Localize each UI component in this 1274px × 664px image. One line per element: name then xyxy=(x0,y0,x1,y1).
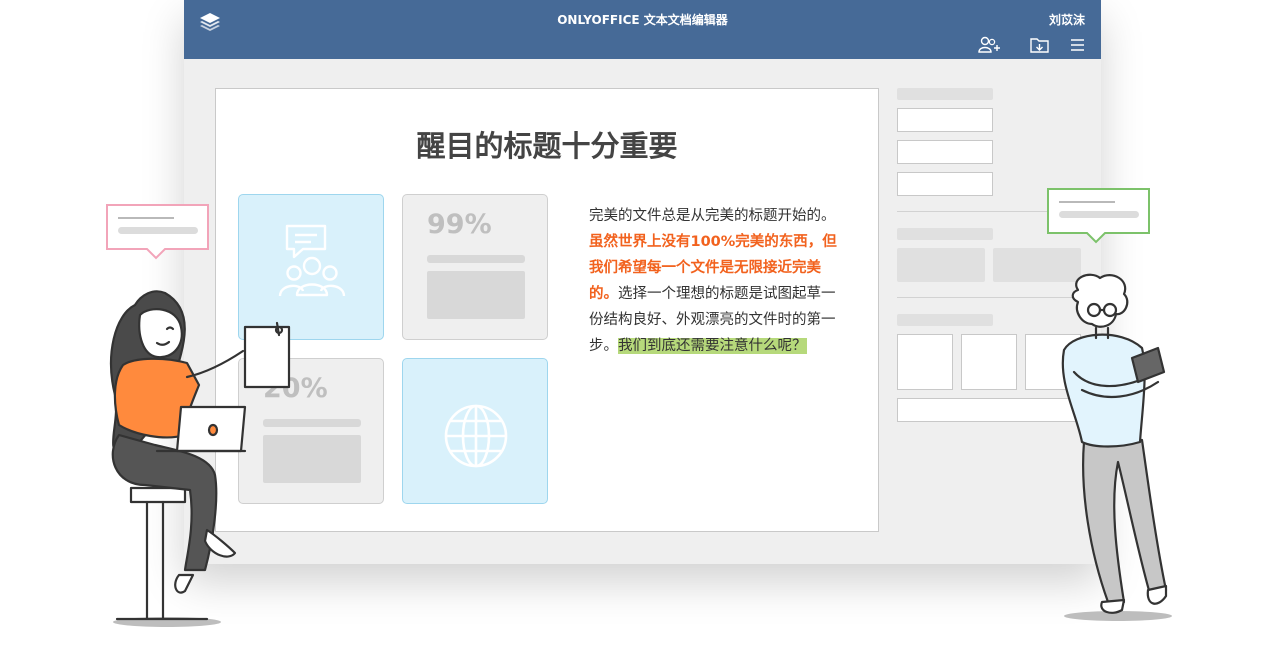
placeholder-bar xyxy=(427,255,525,263)
woman-with-laptop-illustration xyxy=(109,290,291,627)
document-page[interactable]: 醒目的标题十分重要 99% 20% 完美的文件总是从完美的标题开始的。虽然世界上… xyxy=(215,88,879,532)
app-title: ONLYOFFICE 文本文档编辑器 xyxy=(557,13,728,27)
bubble-tail-icon xyxy=(145,248,167,260)
panel-input-placeholder[interactable] xyxy=(897,140,993,164)
card-stat-99: 99% xyxy=(402,194,548,340)
panel-thumbnail-placeholder[interactable] xyxy=(961,334,1017,390)
panel-label-placeholder xyxy=(897,88,993,100)
bubble-line xyxy=(118,227,198,234)
paragraph-text: 完美的文件总是从完美的标题开始的。 xyxy=(589,208,836,224)
document-title[interactable]: 醒目的标题十分重要 xyxy=(216,123,878,165)
user-name[interactable]: 刘苡沫 xyxy=(1049,11,1085,28)
panel-label-placeholder xyxy=(897,314,993,326)
document-paragraph[interactable]: 完美的文件总是从完美的标题开始的。虽然世界上没有100%完美的东西，但我们希望每… xyxy=(589,203,845,359)
speech-bubble-pink xyxy=(106,204,209,250)
bubble-tail-icon xyxy=(1085,232,1107,244)
panel-input-placeholder[interactable] xyxy=(897,172,993,196)
open-folder-icon[interactable] xyxy=(1029,36,1051,54)
speech-bubble-green xyxy=(1047,188,1150,234)
man-with-tablet-illustration xyxy=(1061,273,1172,621)
panel-thumbnail-placeholder[interactable] xyxy=(897,334,953,390)
menu-icon[interactable] xyxy=(1068,36,1090,54)
panel-button-placeholder[interactable] xyxy=(897,248,985,282)
bubble-line xyxy=(1059,201,1115,203)
bubble-line xyxy=(1059,211,1139,218)
highlighted-text-green: 我们到底还需要注意什么呢？ xyxy=(618,338,807,354)
bubble-line xyxy=(118,217,174,219)
card-globe xyxy=(402,358,548,504)
title-bar: ONLYOFFICE 文本文档编辑器 刘苡沫 xyxy=(184,0,1101,59)
panel-input-placeholder[interactable] xyxy=(897,108,993,132)
add-user-icon[interactable] xyxy=(978,36,1004,54)
stat-label: 99% xyxy=(427,209,492,240)
panel-label-placeholder xyxy=(897,228,993,240)
globe-icon xyxy=(444,404,508,468)
placeholder-block xyxy=(427,271,525,319)
